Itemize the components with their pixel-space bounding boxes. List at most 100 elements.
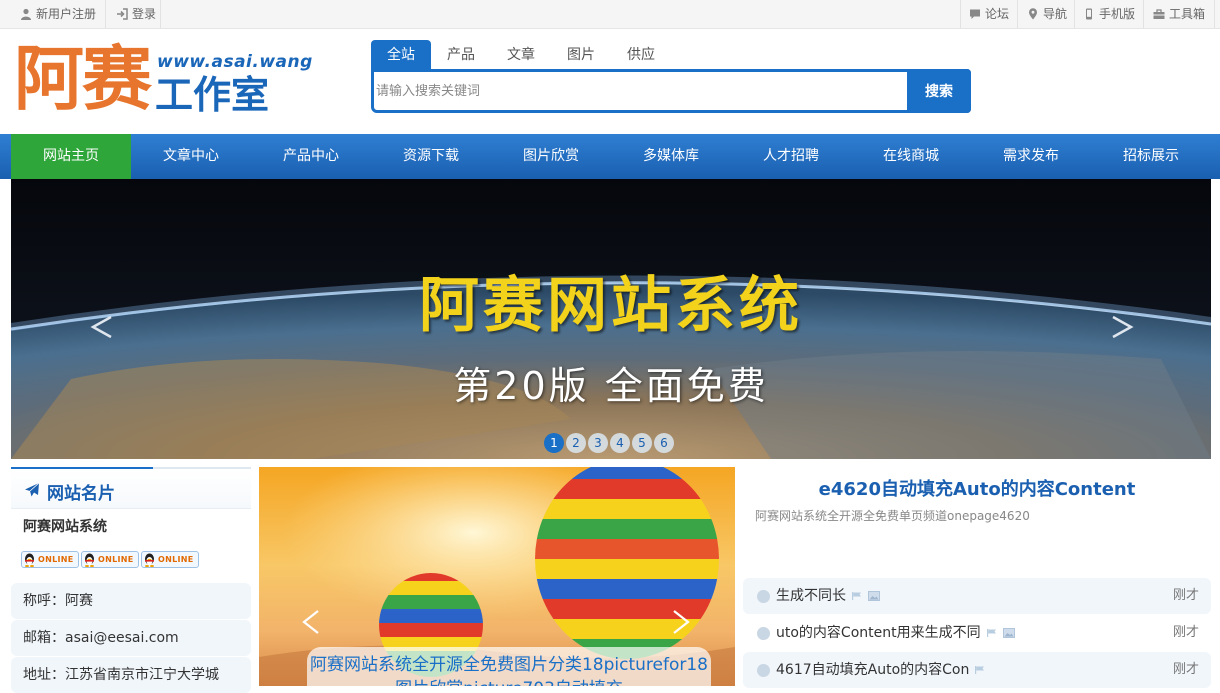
slider-dot[interactable]: 1 bbox=[544, 433, 564, 453]
logo-name-part1: 阿赛 bbox=[14, 38, 152, 120]
nav-label: 导航 bbox=[1043, 7, 1068, 21]
banner-title: 阿赛网站系统 bbox=[419, 271, 803, 341]
nav-item-articles[interactable]: 文章中心 bbox=[131, 134, 251, 179]
nav-item-shop[interactable]: 在线商城 bbox=[851, 134, 971, 179]
search-input[interactable] bbox=[374, 72, 909, 110]
list-item[interactable]: 生成不同长 刚才 bbox=[743, 578, 1211, 614]
globe-icon bbox=[757, 663, 770, 677]
banner-subtitle: 第20版 全面免费 bbox=[453, 364, 769, 408]
search-tab-products[interactable]: 产品 bbox=[431, 40, 491, 70]
globe-icon bbox=[757, 589, 770, 603]
site-logo[interactable]: 阿赛 www.asai.wang 工作室 bbox=[14, 38, 312, 122]
list-item-title: 4617自动填充Auto的内容Con bbox=[776, 662, 970, 678]
slider-dot[interactable]: 2 bbox=[566, 433, 586, 453]
chevron-left-icon[interactable] bbox=[299, 605, 323, 639]
qq-penguin-icon bbox=[145, 553, 154, 567]
address-value: 江苏省南京市江宁大学城 bbox=[65, 667, 219, 683]
toolbox-label: 工具箱 bbox=[1169, 7, 1206, 21]
mobile-link[interactable]: 手机版 bbox=[1077, 0, 1141, 28]
photo-caption[interactable]: 阿赛网站系统全开源全免费图片分类18picturefor18图片欣赏pictur… bbox=[307, 647, 711, 686]
map-marker-icon bbox=[1029, 8, 1037, 20]
user-icon bbox=[21, 8, 31, 20]
register-label: 新用户注册 bbox=[36, 7, 97, 21]
address-label: 地址： bbox=[23, 667, 65, 683]
qq-badge-label: ONLINE bbox=[38, 555, 74, 564]
search-tab-all[interactable]: 全站 bbox=[371, 40, 431, 70]
site-card: 网站名片 阿赛网站系统 ONLINE ONLINE ONLINE 称呼：阿赛 邮… bbox=[11, 467, 251, 693]
flag-icon bbox=[986, 629, 996, 637]
slider-dot[interactable]: 5 bbox=[632, 433, 652, 453]
nav-item-demands[interactable]: 需求发布 bbox=[971, 134, 1091, 179]
slider-pagination: 1 2 3 4 5 6 bbox=[544, 433, 674, 453]
list-item[interactable]: 4617自动填充Auto的内容Con 刚才 bbox=[743, 652, 1211, 688]
login-label: 登录 bbox=[132, 7, 157, 21]
nav-item-jobs[interactable]: 人才招聘 bbox=[731, 134, 851, 179]
flag-icon bbox=[975, 666, 985, 674]
list-item-time: 刚才 bbox=[1172, 662, 1199, 677]
sign-in-icon bbox=[117, 8, 128, 20]
login-link[interactable]: 登录 bbox=[110, 0, 162, 28]
forum-link[interactable]: 论坛 bbox=[963, 0, 1015, 28]
globe-icon bbox=[757, 626, 770, 640]
nav-item-products[interactable]: 产品中心 bbox=[251, 134, 371, 179]
toolbox-icon bbox=[1153, 9, 1165, 19]
main-nav: 网站主页 文章中心 产品中心 资源下载 图片欣赏 多媒体库 人才招聘 在线商城 … bbox=[0, 134, 1220, 179]
search-tab-articles[interactable]: 文章 bbox=[491, 40, 551, 70]
search-tab-supply[interactable]: 供应 bbox=[611, 40, 671, 70]
qq-badge-label: ONLINE bbox=[158, 555, 194, 564]
contact-row: 称呼：阿赛 bbox=[11, 583, 251, 619]
email-label: 邮箱： bbox=[23, 630, 65, 646]
top-bar: 新用户注册 登录 论坛 导航 手机版 工具箱 bbox=[0, 0, 1220, 29]
logo-name-part2: 工作室 bbox=[155, 73, 270, 117]
nav-item-pictures[interactable]: 图片欣赏 bbox=[491, 134, 611, 179]
chevron-left-icon[interactable] bbox=[87, 307, 117, 347]
site-card-header: 网站名片 bbox=[11, 467, 251, 509]
mobile-label: 手机版 bbox=[1099, 7, 1136, 21]
contact-value: 阿赛 bbox=[65, 593, 93, 609]
slider-dot[interactable]: 4 bbox=[610, 433, 630, 453]
image-icon bbox=[1002, 628, 1015, 638]
qq-online-badges: ONLINE ONLINE ONLINE bbox=[21, 551, 199, 568]
search-tab-images[interactable]: 图片 bbox=[551, 40, 611, 70]
nav-item-downloads[interactable]: 资源下载 bbox=[371, 134, 491, 179]
image-icon bbox=[868, 591, 880, 601]
list-item-title: uto的内容Content用来生成不同 bbox=[776, 625, 981, 641]
flag-icon bbox=[852, 592, 861, 600]
slider-dot[interactable]: 6 bbox=[654, 433, 674, 453]
logo-url: www.asai.wang bbox=[157, 52, 313, 72]
email-row: 邮箱：asai@eesai.com bbox=[11, 620, 251, 656]
nav-link[interactable]: 导航 bbox=[1021, 0, 1073, 28]
site-name: 阿赛网站系统 bbox=[11, 509, 251, 545]
register-link[interactable]: 新用户注册 bbox=[14, 0, 102, 28]
mobile-phone-icon bbox=[1086, 8, 1092, 20]
site-card-title: 网站名片 bbox=[47, 484, 115, 504]
list-item[interactable]: uto的内容Content用来生成不同 刚才 bbox=[743, 615, 1211, 651]
banner-slider[interactable]: 阿赛网站系统 第20版 全面免费 1 2 3 4 5 6 bbox=[11, 179, 1211, 459]
chevron-right-icon[interactable] bbox=[1107, 307, 1137, 347]
qq-badge[interactable]: ONLINE bbox=[21, 551, 79, 568]
paper-plane-icon bbox=[25, 482, 40, 497]
nav-item-home[interactable]: 网站主页 bbox=[11, 134, 131, 179]
qq-badge[interactable]: ONLINE bbox=[81, 551, 139, 568]
nav-item-tenders[interactable]: 招标展示 bbox=[1091, 134, 1211, 179]
photo-slider[interactable]: 阿赛网站系统全开源全免费图片分类18picturefor18图片欣赏pictur… bbox=[259, 467, 735, 686]
qq-badge[interactable]: ONLINE bbox=[141, 551, 199, 568]
toolbox-link[interactable]: 工具箱 bbox=[1147, 0, 1211, 28]
slider-dot[interactable]: 3 bbox=[588, 433, 608, 453]
email-value: asai@eesai.com bbox=[65, 630, 179, 646]
search-box: 搜索 bbox=[371, 69, 971, 113]
qq-penguin-icon bbox=[85, 553, 94, 567]
forum-label: 论坛 bbox=[985, 7, 1010, 21]
contact-label: 称呼： bbox=[23, 593, 65, 609]
list-item-time: 刚才 bbox=[1172, 625, 1199, 640]
search-tabs: 全站 产品 文章 图片 供应 bbox=[371, 40, 671, 70]
onepage-panel: e4620自动填充Auto的内容Content 阿赛网站系统全开源全免费单页频道… bbox=[743, 467, 1220, 688]
list-item-time: 刚才 bbox=[1172, 588, 1199, 603]
search-button[interactable]: 搜索 bbox=[907, 69, 971, 113]
qq-penguin-icon bbox=[25, 553, 34, 567]
onepage-title[interactable]: e4620自动填充Auto的内容Content bbox=[743, 475, 1211, 501]
list-item-title: 生成不同长 bbox=[776, 588, 846, 604]
comment-icon bbox=[970, 9, 980, 19]
chevron-right-icon[interactable] bbox=[669, 605, 693, 639]
nav-item-multimedia[interactable]: 多媒体库 bbox=[611, 134, 731, 179]
